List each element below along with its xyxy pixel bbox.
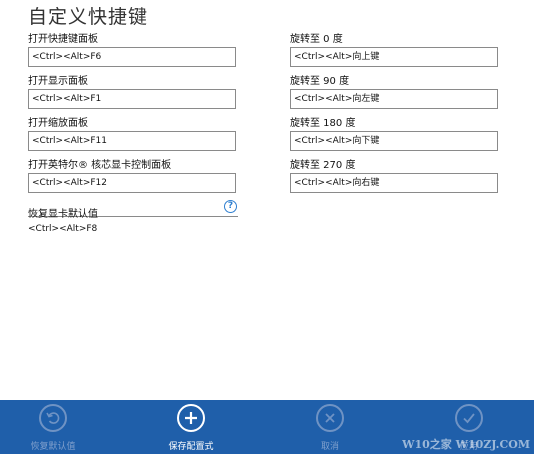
reset-defaults-row: 恢复显卡默认值 ?	[28, 200, 238, 220]
shortcut-input[interactable]: <Ctrl><Alt>向右键	[290, 173, 498, 193]
reset-defaults-label: 恢复显卡默认值	[28, 209, 98, 220]
field-label: 打开显示面板	[28, 76, 88, 87]
shortcut-field-control-panel: 打开英特尔® 核芯显卡控制面板 <Ctrl><Alt>F12	[28, 160, 236, 193]
shortcut-field-rotate-90: 旋转至 90 度 <Ctrl><Alt>向左键	[290, 76, 498, 109]
cancel-button[interactable]: 取消	[285, 400, 375, 454]
shortcut-input[interactable]: <Ctrl><Alt>向上键	[290, 47, 498, 67]
help-icon[interactable]: ?	[224, 200, 237, 213]
shortcut-field-rotate-0: 旋转至 0 度 <Ctrl><Alt>向上键	[290, 34, 498, 67]
restore-defaults-button[interactable]: 恢复默认值	[8, 400, 98, 454]
plus-icon	[177, 404, 205, 432]
page-title: 自定义快捷键	[28, 6, 149, 28]
shortcut-input[interactable]: <Ctrl><Alt>向下键	[290, 131, 498, 151]
save-profile-button[interactable]: 保存配置式	[146, 400, 236, 454]
shortcut-input[interactable]: <Ctrl><Alt>F1	[28, 89, 236, 109]
shortcut-input[interactable]: <Ctrl><Alt>F11	[28, 131, 236, 151]
field-label: 旋转至 0 度	[290, 34, 343, 45]
shortcut-input[interactable]: <Ctrl><Alt>向左键	[290, 89, 498, 109]
shortcut-input[interactable]: <Ctrl><Alt>F12	[28, 173, 236, 193]
shortcut-field-rotate-270: 旋转至 270 度 <Ctrl><Alt>向右键	[290, 160, 498, 193]
shortcut-field-rotate-180: 旋转至 180 度 <Ctrl><Alt>向下键	[290, 118, 498, 151]
restore-defaults-label: 恢复默认值	[30, 442, 76, 452]
shortcut-field-scaling-panel: 打开缩放面板 <Ctrl><Alt>F11	[28, 118, 236, 151]
field-label: 打开英特尔® 核芯显卡控制面板	[28, 160, 172, 171]
checkmark-icon	[455, 404, 483, 432]
field-label: 旋转至 180 度	[290, 118, 356, 129]
shortcut-field-hotkey-panel: 打开快捷键面板 <Ctrl><Alt>F6	[28, 34, 236, 67]
undo-icon	[39, 404, 67, 432]
close-icon	[316, 404, 344, 432]
field-label: 打开缩放面板	[28, 118, 88, 129]
save-profile-label: 保存配置式	[168, 442, 214, 452]
watermark: W10之家 W10ZJ.COM	[402, 438, 530, 451]
field-label: 旋转至 90 度	[290, 76, 350, 87]
field-label: 打开快捷键面板	[28, 34, 98, 45]
field-label: 旋转至 270 度	[290, 160, 356, 171]
cancel-label: 取消	[320, 442, 339, 452]
shortcut-field-display-panel: 打开显示面板 <Ctrl><Alt>F1	[28, 76, 236, 109]
shortcut-input[interactable]: <Ctrl><Alt>F6	[28, 47, 236, 67]
reset-defaults-shortcut: <Ctrl><Alt>F8	[28, 224, 98, 234]
